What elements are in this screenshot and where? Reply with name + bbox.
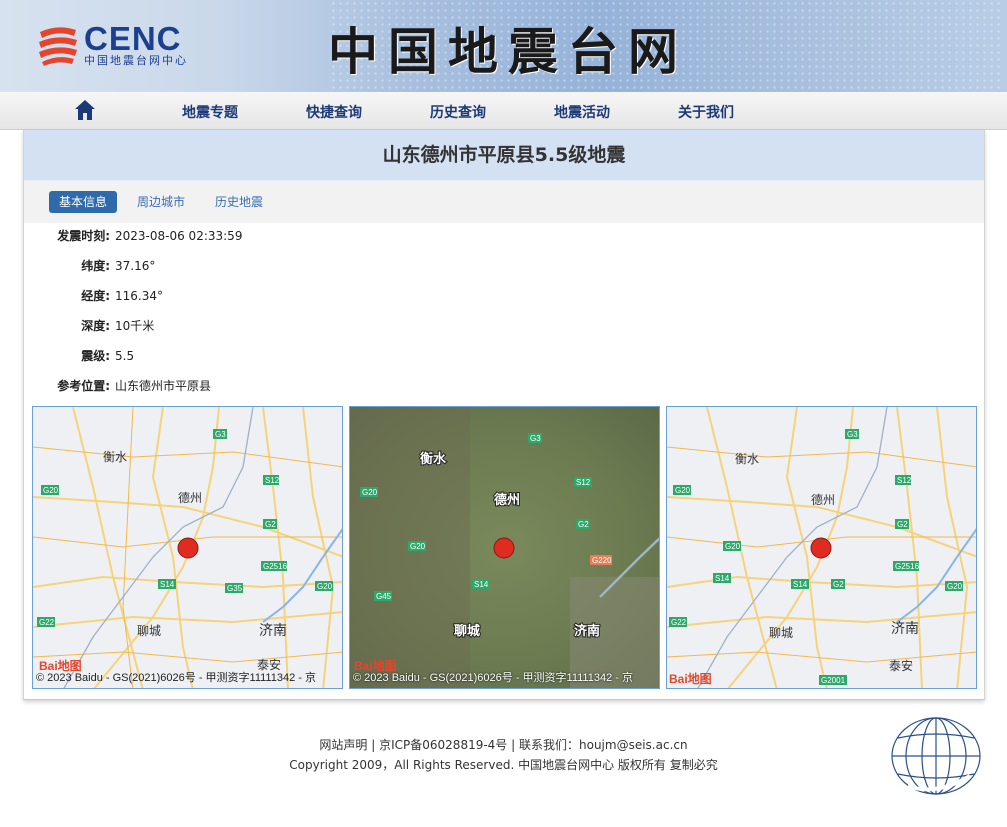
main-nav: 地震专题 快捷查询 历史查询 地震活动 关于我们 [0, 92, 1007, 130]
road-sign: S14 [715, 574, 730, 583]
road-sign: G220 [592, 556, 612, 565]
road-sign: S12 [897, 476, 912, 485]
road-sign: G3 [215, 430, 226, 439]
info-value: 116.34° [115, 289, 163, 303]
map-street-alt[interactable]: 衡水 德州 聊城 济南 泰安 G3 G20 S12 G2 G20 G2516 S… [666, 406, 977, 689]
info-label: 震级: [81, 349, 110, 363]
info-row-depth: 深度: 10千米 [24, 316, 424, 336]
info-label: 深度: [81, 319, 110, 333]
nav-item-quick-query[interactable]: 快捷查询 [306, 102, 362, 122]
map-copyright: © 2023 Baidu - GS(2021)6026号 - 甲测资字11111… [353, 672, 633, 684]
road-sign: G3 [847, 430, 858, 439]
site-header: CENC 中国地震台网中心 中国地震台网 [0, 0, 1007, 92]
footer-copyright: Copyright 2009，All Rights Reserved. 中国地震… [289, 758, 718, 772]
nav-item-history-query[interactable]: 历史查询 [430, 102, 486, 122]
road-sign: S14 [793, 580, 808, 589]
info-value: 2023-08-06 02:33:59 [115, 229, 243, 243]
baidu-map-logo: Bai地图 [669, 671, 712, 686]
street-map-alt-canvas: 衡水 德州 聊城 济南 泰安 G3 G20 S12 G2 G20 G2516 S… [667, 407, 976, 688]
map-satellite[interactable]: 衡水 德州 聊城 济南 G3 S12 G20 G2 G20 G220 S14 G… [349, 406, 660, 689]
site-title: 中国地震台网 [328, 22, 688, 81]
city-label: 泰安 [889, 658, 913, 673]
city-label: 德州 [811, 492, 835, 507]
city-label: 济南 [574, 623, 600, 638]
footer-link-disclaimer[interactable]: 网站声明 [319, 738, 367, 752]
road-sign: G35 [227, 584, 243, 593]
road-sign: G20 [43, 486, 59, 495]
event-title: 山东德州市平原县5.5级地震 [24, 130, 984, 181]
info-label: 经度: [81, 289, 110, 303]
info-label: 参考位置: [57, 379, 110, 393]
city-label: 济南 [891, 620, 919, 636]
road-sign: G2 [897, 520, 908, 529]
info-row-location: 参考位置: 山东德州市平原县 [24, 376, 424, 396]
city-label: 聊城 [137, 624, 161, 638]
cenc-logo-icon [39, 27, 77, 66]
road-sign: G2 [578, 520, 589, 529]
road-sign: G22 [39, 618, 55, 627]
info-value: 37.16° [115, 259, 156, 273]
info-row-longitude: 经度: 116.34° [24, 286, 424, 306]
road-sign: G3 [530, 434, 541, 443]
city-label: 衡水 [103, 450, 127, 464]
road-sign: S12 [576, 478, 591, 487]
tab-nearby-cities[interactable]: 周边城市 [137, 191, 185, 213]
road-sign: G2 [833, 580, 844, 589]
epicenter-marker [493, 537, 515, 559]
event-panel: 山东德州市平原县5.5级地震 基本信息 周边城市 历史地震 发震时刻: 2023… [23, 130, 985, 700]
road-sign: G20 [362, 488, 378, 497]
logo-subtitle: 中国地震台网中心 [84, 54, 188, 67]
tab-basic-info[interactable]: 基本信息 [49, 191, 117, 213]
road-sign: G45 [376, 592, 392, 601]
info-row-latitude: 纬度: 37.16° [24, 256, 424, 276]
tab-historical-earthquakes[interactable]: 历史地震 [215, 191, 263, 213]
city-label: 济南 [259, 622, 287, 638]
satellite-map-canvas: 衡水 德州 聊城 济南 G3 S12 G20 G2 G20 G220 S14 G… [350, 407, 659, 688]
info-value: 10千米 [115, 319, 155, 333]
info-value: 山东德州市平原县 [115, 379, 212, 393]
road-sign: S14 [160, 580, 175, 589]
info-row-magnitude: 震级: 5.5 [24, 346, 424, 366]
road-sign: G20 [725, 542, 741, 551]
footer-link-contact[interactable]: 联系我们：houjm@seis.ac.cn [519, 738, 688, 752]
cenc-logo[interactable]: CENC 中国地震台网中心 [36, 20, 206, 70]
road-sign: G2001 [821, 676, 846, 685]
road-sign: S14 [474, 580, 489, 589]
map-street[interactable]: 衡水 德州 聊城 济南 泰安 G3 G20 S12 G2 G2516 S14 G… [32, 406, 343, 689]
road-sign: G2516 [895, 562, 920, 571]
road-sign: G20 [947, 582, 963, 591]
road-sign: G20 [675, 486, 691, 495]
info-label: 发震时刻: [57, 229, 110, 243]
road-sign: G2 [265, 520, 276, 529]
road-sign: G22 [671, 618, 687, 627]
nav-item-about-us[interactable]: 关于我们 [678, 102, 734, 122]
info-value: 5.5 [115, 349, 135, 363]
footer-link-icp[interactable]: 京ICP备06028819-4号 [379, 738, 507, 752]
nav-item-earthquake-topics[interactable]: 地震专题 [182, 102, 238, 122]
city-label: 衡水 [420, 451, 447, 466]
globe-icon [891, 717, 981, 795]
epicenter-marker [177, 537, 199, 559]
city-label: 德州 [494, 492, 520, 507]
city-label: 聊城 [769, 626, 793, 640]
footer-links: 网站声明 | 京ICP备06028819-4号 | 联系我们：houjm@sei… [319, 738, 688, 752]
street-map-canvas: 衡水 德州 聊城 济南 泰安 G3 G20 S12 G2 G2516 S14 G… [33, 407, 342, 688]
road-sign: G2516 [263, 562, 288, 571]
road-sign: G20 [410, 542, 426, 551]
city-label: 聊城 [454, 623, 480, 638]
info-label: 纬度: [81, 259, 110, 273]
map-copyright: © 2023 Baidu - GS(2021)6026号 - 甲测资字11111… [36, 672, 316, 684]
road-sign: G20 [317, 582, 333, 591]
info-row-time: 发震时刻: 2023-08-06 02:33:59 [24, 226, 424, 246]
event-tabs: 基本信息 周边城市 历史地震 [24, 181, 984, 223]
city-label: 衡水 [735, 452, 759, 466]
epicenter-marker [810, 537, 832, 559]
nav-item-seismic-activity[interactable]: 地震活动 [554, 102, 610, 122]
city-label: 德州 [178, 490, 202, 505]
road-sign: S12 [265, 476, 280, 485]
home-icon[interactable] [74, 99, 96, 121]
